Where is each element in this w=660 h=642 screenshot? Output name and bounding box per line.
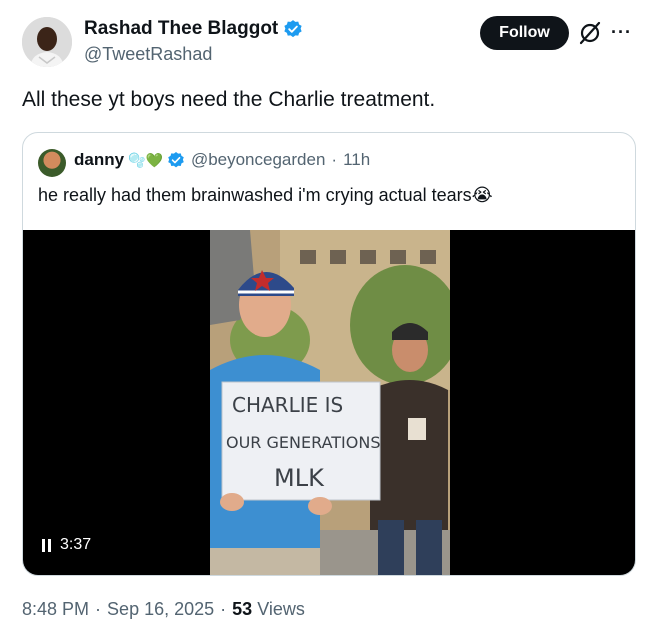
quoted-display-name[interactable]: danny: [74, 150, 124, 170]
tweet-text: All these yt boys need the Charlie treat…: [22, 88, 436, 111]
footer-separator-1: ·: [95, 599, 102, 619]
author-handle[interactable]: @TweetRashad: [84, 44, 212, 65]
quoted-text-emoji: 😭: [471, 185, 493, 205]
quoted-separator: ·: [331, 150, 338, 169]
video-thumbnail: CHARLIE IS OUR GENERATIONS MLK: [210, 230, 450, 575]
video-player[interactable]: CHARLIE IS OUR GENERATIONS MLK 3:37: [23, 230, 635, 575]
grok-icon[interactable]: [576, 19, 604, 47]
quoted-tweet-card[interactable]: danny 🫧💚 @beyoncegarden · 11h he really …: [22, 132, 636, 576]
quoted-name-emojis: 🫧💚: [128, 151, 163, 168]
quoted-time[interactable]: 11h: [343, 150, 370, 170]
pause-icon[interactable]: [42, 538, 51, 552]
quoted-text-row: he really had them brainwashed i'm cryin…: [38, 185, 493, 206]
sign-line-3: MLK: [274, 464, 325, 492]
quoted-author-avatar[interactable]: [38, 149, 66, 177]
more-options-icon[interactable]: ···: [611, 22, 632, 43]
quoted-verified-badge-icon: [168, 151, 184, 168]
author-display-name[interactable]: Rashad Thee Blaggot: [84, 18, 278, 40]
tweet-footer: 8:48 PM · Sep 16, 2025 · 53 Views: [22, 599, 305, 620]
follow-button[interactable]: Follow: [480, 16, 569, 50]
quoted-handle[interactable]: @beyoncegarden: [191, 150, 325, 170]
quoted-text: he really had them brainwashed i'm cryin…: [38, 185, 472, 205]
video-duration-overlay[interactable]: 3:37: [42, 536, 91, 554]
avatar-image: [22, 17, 72, 67]
views-count: 53: [232, 599, 253, 619]
views[interactable]: 53 Views: [232, 599, 305, 620]
quoted-header: danny 🫧💚 @beyoncegarden · 11h: [74, 150, 370, 170]
footer-separator-2: ·: [220, 599, 227, 619]
tweet-date[interactable]: Sep 16, 2025: [107, 599, 214, 620]
video-frame: CHARLIE IS OUR GENERATIONS MLK: [210, 230, 450, 575]
verified-badge-icon: [284, 20, 302, 38]
author-avatar[interactable]: [22, 17, 72, 67]
views-label: Views: [257, 599, 305, 619]
tweet-time[interactable]: 8:48 PM: [22, 599, 89, 620]
author-name-row[interactable]: Rashad Thee Blaggot: [84, 18, 303, 40]
sign-line-2: OUR GENERATIONS: [226, 433, 380, 452]
video-duration: 3:37: [60, 536, 92, 553]
sign-line-1: CHARLIE IS: [232, 393, 343, 417]
